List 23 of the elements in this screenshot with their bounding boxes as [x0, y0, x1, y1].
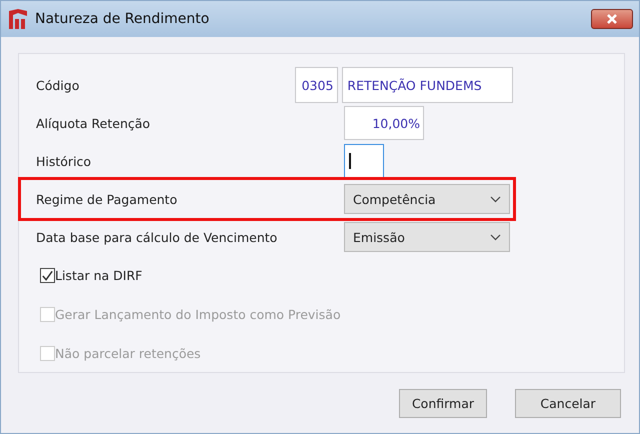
dropdown[interactable]: Emissão — [344, 222, 510, 252]
field-label: Código — [36, 78, 80, 92]
chevron-icon — [490, 234, 501, 240]
code-field[interactable]: 0305 — [294, 67, 338, 103]
close-icon — [605, 13, 619, 25]
checkbox-label: Não parcelar retenções — [55, 346, 201, 361]
window-title: Natureza de Rendimento — [35, 11, 210, 27]
history-field[interactable] — [344, 144, 384, 178]
checkbox[interactable] — [40, 268, 55, 283]
rate-field[interactable]: 10,00% — [344, 106, 424, 140]
name-field[interactable]: RETENÇÃO FUNDEMS — [342, 67, 513, 103]
checkbox-label: Listar na DIRF — [55, 268, 142, 283]
field-label: Regime de Pagamento — [36, 192, 178, 206]
cancel-button[interactable]: Cancelar — [515, 389, 621, 418]
chevron-icon — [490, 196, 501, 202]
confirm-button[interactable]: Confirmar — [399, 389, 487, 418]
close-button[interactable] — [591, 9, 633, 29]
dropdown[interactable]: Competência — [344, 184, 510, 214]
field-label: Alíquota Retenção — [36, 116, 152, 130]
logo-icon — [9, 9, 27, 29]
field-label: Data base para cálculo de Vencimento — [36, 230, 278, 244]
field-label: Histórico — [36, 154, 92, 168]
checkbox-label: Gerar Lançamento do Imposto como Previsão — [55, 307, 341, 322]
